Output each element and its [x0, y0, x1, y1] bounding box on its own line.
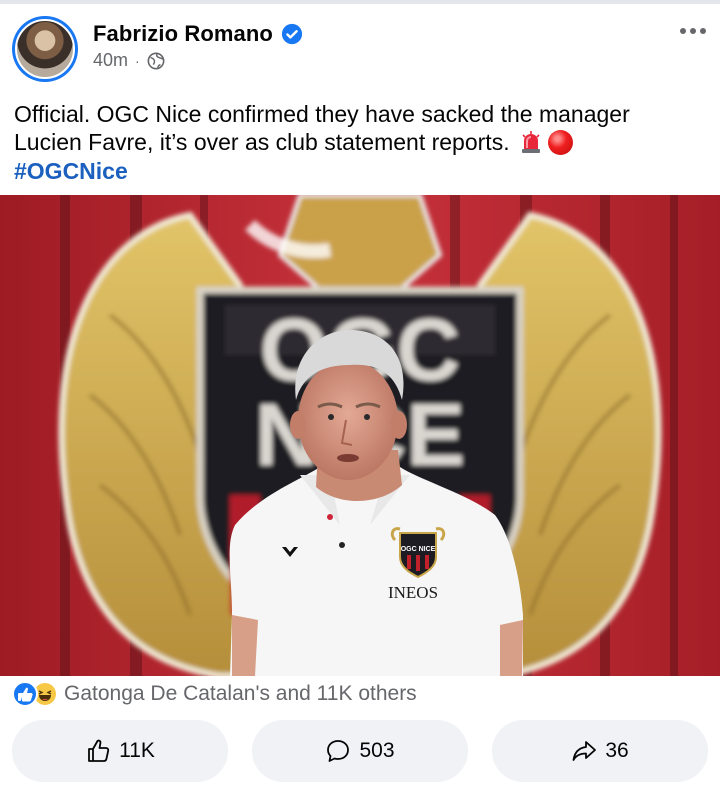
photo-illustration: OGC NICE INEOS	[0, 195, 720, 676]
red-circle-emoji-icon	[547, 130, 573, 155]
post-photo[interactable]: OGC NICE INEOS	[0, 195, 720, 676]
comment-icon	[327, 740, 350, 762]
post-text-line-2: Lucien Favre, it’s over as club statemen…	[14, 129, 510, 155]
like-reaction-icon	[12, 681, 38, 707]
verified-badge-icon	[281, 23, 303, 45]
comment-count: 503	[359, 739, 395, 762]
shirt-sponsor-text: INEOS	[388, 583, 438, 602]
meta-separator: ·	[135, 52, 140, 69]
author-name[interactable]: Fabrizio Romano	[93, 21, 273, 47]
thumbs-up-icon	[88, 739, 110, 762]
post-text: Official. OGC Nice confirmed they have s…	[14, 100, 704, 185]
share-count: 36	[605, 739, 629, 762]
globe-icon	[147, 52, 165, 69]
like-button[interactable]: 11K	[12, 720, 228, 782]
more-dot-icon	[680, 28, 686, 34]
reactions-text: Gatonga De Catalan's and 11K others	[64, 682, 417, 705]
like-count: 11K	[119, 739, 155, 762]
more-dot-icon	[690, 28, 696, 34]
more-dot-icon	[700, 28, 706, 34]
top-divider	[0, 0, 720, 4]
shirt-badge-text: OGC NICE	[401, 546, 436, 553]
comment-button[interactable]: 503	[252, 720, 468, 782]
share-icon	[572, 741, 597, 761]
action-bar: 11K 503 36	[12, 720, 708, 782]
hashtag-link[interactable]: #OGCNice	[14, 157, 704, 185]
more-options-button[interactable]	[680, 28, 706, 34]
post-time[interactable]: 40m	[93, 50, 128, 71]
post-meta: 40m ·	[93, 50, 165, 71]
share-button[interactable]: 36	[492, 720, 708, 782]
siren-emoji-icon	[521, 131, 540, 153]
post-text-line-1: Official. OGC Nice confirmed they have s…	[14, 101, 630, 127]
author-row: Fabrizio Romano	[93, 21, 303, 47]
avatar-photo	[15, 19, 75, 79]
reactions-summary[interactable]: Gatonga De Catalan's and 11K others	[12, 681, 417, 707]
author-avatar[interactable]	[12, 16, 78, 82]
